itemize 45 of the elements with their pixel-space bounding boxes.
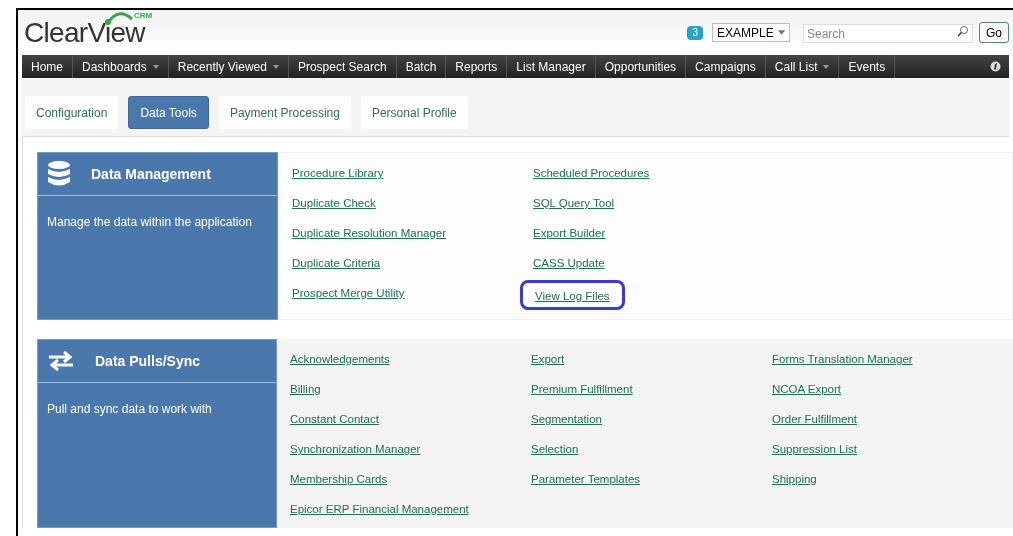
tab[interactable]: Data Tools <box>128 96 209 129</box>
tool-link[interactable]: Forms Translation Manager <box>772 348 913 378</box>
tool-link[interactable]: Export <box>531 348 565 378</box>
tool-link[interactable]: View Log Files <box>520 280 625 310</box>
swap-arrows-icon <box>47 351 75 371</box>
tool-link[interactable]: Billing <box>290 378 321 408</box>
tool-link[interactable]: Synchronization Manager <box>290 438 421 468</box>
section-description: Manage the data within the application <box>46 214 253 231</box>
tool-link[interactable]: SQL Query Tool <box>533 192 615 222</box>
tool-link[interactable]: Duplicate Check <box>292 192 376 222</box>
database-icon <box>47 161 71 187</box>
tool-link[interactable]: Membership Cards <box>290 468 388 498</box>
section-description: Pull and sync data to work with <box>46 401 213 418</box>
tool-link[interactable]: Segmentation <box>531 408 602 438</box>
tool-link[interactable]: Scheduled Procedures <box>533 162 650 192</box>
tool-link[interactable]: Acknowledgements <box>290 348 390 378</box>
search-icon[interactable] <box>957 24 969 37</box>
caret-icon <box>823 64 830 69</box>
tool-link[interactable]: Procedure Library <box>292 162 384 192</box>
tool-link[interactable]: Suppression List <box>772 438 858 468</box>
tool-link[interactable]: NCOA Export <box>772 378 842 408</box>
caret-icon <box>777 30 785 35</box>
tool-link[interactable]: Epicor ERP Financial Management <box>290 498 469 528</box>
tool-link[interactable]: Prospect Merge Utility <box>292 282 405 312</box>
caret-icon <box>152 64 159 69</box>
tool-link[interactable]: CASS Update <box>533 252 605 282</box>
search-field[interactable]: Search <box>803 24 973 43</box>
tool-link[interactable]: Selection <box>531 438 579 468</box>
tab[interactable]: Payment Processing <box>218 96 351 129</box>
tool-link[interactable]: Constant Contact <box>290 408 379 438</box>
tab[interactable]: Configuration <box>25 96 119 129</box>
caret-icon <box>272 64 279 69</box>
database-select[interactable]: EXAMPLE <box>712 23 790 42</box>
tool-link[interactable]: Parameter Templates <box>531 468 641 498</box>
tool-link[interactable]: Duplicate Criteria <box>292 252 381 282</box>
tool-link[interactable]: Shipping <box>772 468 817 498</box>
go-button[interactable]: Go <box>979 22 1009 43</box>
tool-link[interactable]: Duplicate Resolution Manager <box>292 222 447 252</box>
tab[interactable]: Personal Profile <box>360 96 468 129</box>
tool-link[interactable]: Export Builder <box>533 222 606 252</box>
section-title: Data Pulls/Sync <box>95 351 201 371</box>
tool-link[interactable]: Premium Fulfillment <box>531 378 633 408</box>
help-icon[interactable] <box>990 61 1001 72</box>
section-title: Data Management <box>91 164 211 184</box>
tool-link[interactable]: Order Fulfillment <box>772 408 857 438</box>
